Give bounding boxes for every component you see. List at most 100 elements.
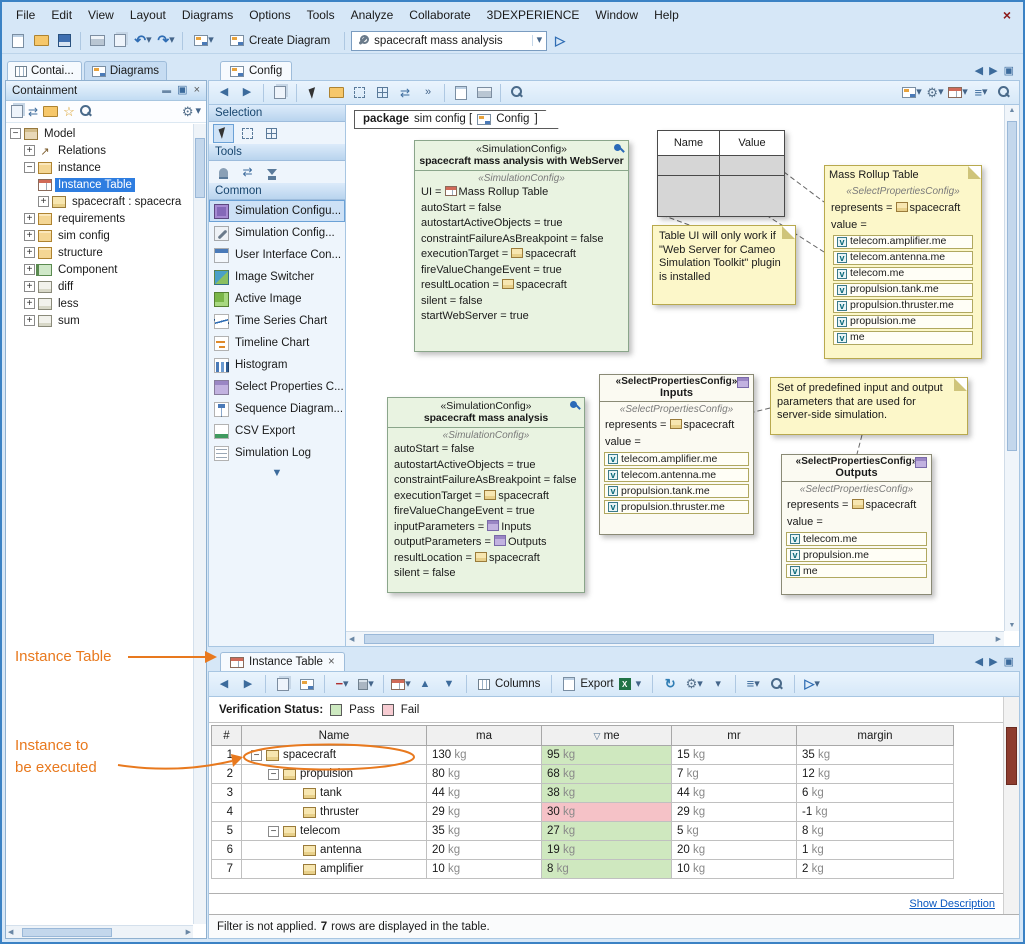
scrollbar-thumb[interactable] <box>364 634 934 644</box>
new-project-button[interactable] <box>8 31 28 51</box>
list-dropdown[interactable] <box>971 83 991 103</box>
more-dropdown[interactable] <box>708 674 728 694</box>
webserver-config-box[interactable]: «SimulationConfig» spacecraft mass analy… <box>414 140 629 352</box>
palette-item-sequence-diagram[interactable]: Sequence Diagram... <box>209 398 345 420</box>
maximize-icon[interactable] <box>1004 66 1014 77</box>
close-tab-icon[interactable]: × <box>328 656 335 668</box>
expand-toggle-icon[interactable] <box>24 298 35 309</box>
save-button[interactable] <box>54 31 74 51</box>
refresh-button[interactable] <box>660 674 680 694</box>
undo-button[interactable] <box>133 31 153 51</box>
tree-item-less[interactable]: less <box>6 295 206 312</box>
table-row-thruster[interactable]: 4 thruster 29 kg 30 kg 29 kg -1 kg <box>212 803 954 822</box>
tab-containment[interactable]: Contai... <box>7 61 82 80</box>
tree-item-spacecraft[interactable]: spacecraft : spacecra <box>6 193 206 210</box>
palette-item-timeline-chart[interactable]: Timeline Chart <box>209 332 345 354</box>
new-diagram-dropdown[interactable] <box>189 31 219 51</box>
table-row-antenna[interactable]: 6 antenna 20 kg 19 kg 20 kg 1 kg <box>212 841 954 860</box>
scroll-right-icon[interactable]: ▶ <box>186 928 191 936</box>
menu-tools[interactable]: Tools <box>299 4 343 26</box>
collapse-toggle-icon[interactable] <box>24 162 35 173</box>
show-description-link[interactable]: Show Description <box>909 898 995 910</box>
expand-toggle-icon[interactable] <box>24 315 35 326</box>
overflow-button[interactable] <box>418 83 438 103</box>
expand-toggle-icon[interactable] <box>38 196 49 207</box>
image-button[interactable] <box>474 83 494 103</box>
tree-item-instance-table[interactable]: Instance Table <box>6 176 206 193</box>
scroll-left-icon[interactable]: ◀ <box>349 635 354 643</box>
containment-vertical-scrollbar[interactable] <box>193 124 206 924</box>
collapse-toggle-icon[interactable] <box>251 750 262 761</box>
collapse-all-icon[interactable] <box>11 105 23 118</box>
next-tab-icon[interactable] <box>989 66 997 77</box>
menu-analyze[interactable]: Analyze <box>343 4 402 26</box>
tab-config[interactable]: Config <box>220 61 292 80</box>
settings-dropdown[interactable] <box>925 83 945 103</box>
table-row-tank[interactable]: 3 tank 44 kg 38 kg 44 kg 6 kg <box>212 784 954 803</box>
scrollbar-thumb[interactable] <box>22 928 112 937</box>
pointer-tool[interactable] <box>303 83 323 103</box>
expand-toggle-icon[interactable] <box>24 264 35 275</box>
pin-icon[interactable] <box>569 400 581 412</box>
run-button[interactable] <box>550 31 570 51</box>
back-button[interactable] <box>214 83 234 103</box>
menu-file[interactable]: File <box>8 4 43 26</box>
webserver-note[interactable]: Table UI will only work if "Web Server f… <box>652 225 796 305</box>
tree-item-component[interactable]: Component <box>6 261 206 278</box>
column-header-ma[interactable]: ma <box>427 726 542 746</box>
settings-dropdown[interactable] <box>684 674 704 694</box>
view-dropdown[interactable] <box>743 674 763 694</box>
diagram-canvas[interactable]: package sim config [ Config ] «Simulatio… <box>346 105 1019 646</box>
search-button[interactable] <box>767 674 787 694</box>
column-header-number[interactable]: # <box>212 726 242 746</box>
menu-layout[interactable]: Layout <box>122 4 174 26</box>
palette-section-selection[interactable]: Selection <box>209 105 345 122</box>
add-instance-dropdown[interactable] <box>391 674 411 694</box>
print-button[interactable] <box>87 31 107 51</box>
column-header-me[interactable]: me <box>542 726 672 746</box>
tree-item-diff[interactable]: diff <box>6 278 206 295</box>
menu-diagrams[interactable]: Diagrams <box>174 4 241 26</box>
minimize-icon[interactable] <box>162 85 171 96</box>
palette-item-image-switcher[interactable]: Image Switcher <box>209 266 345 288</box>
expand-toggle-icon[interactable] <box>24 213 35 224</box>
column-header-mr[interactable]: mr <box>672 726 797 746</box>
back-button[interactable] <box>214 674 234 694</box>
panel-settings[interactable] <box>182 105 201 119</box>
io-parameters-note[interactable]: Set of predefined input and output param… <box>770 377 968 435</box>
expand-toggle-icon[interactable] <box>24 247 35 258</box>
tab-diagrams[interactable]: Diagrams <box>84 61 167 80</box>
validate-dropdown[interactable] <box>902 83 922 103</box>
palette-item-simulation-configuration[interactable]: Simulation Configu... <box>209 200 345 222</box>
tab-instance-table[interactable]: Instance Table × <box>220 652 345 671</box>
show-containment-button[interactable] <box>273 674 293 694</box>
table-row-spacecraft[interactable]: 1 spacecraft 130 kg 95 kg 15 kg 35 kg <box>212 746 954 765</box>
palette-section-common[interactable]: Common <box>209 183 345 200</box>
forward-button[interactable] <box>237 83 257 103</box>
tree-item-structure[interactable]: structure <box>6 244 206 261</box>
note-tool[interactable] <box>326 83 346 103</box>
move-down-button[interactable] <box>439 674 459 694</box>
paste-button[interactable] <box>451 83 471 103</box>
maximize-icon[interactable] <box>1004 657 1014 668</box>
palette-item-simulation-log[interactable]: Simulation Log <box>209 442 345 464</box>
inputs-box[interactable]: «SelectPropertiesConfig» Inputs «SelectP… <box>599 374 754 535</box>
scrollbar-thumb[interactable] <box>1007 121 1017 451</box>
next-tab-icon[interactable] <box>989 657 997 668</box>
scroll-right-icon[interactable]: ▶ <box>996 635 1001 643</box>
name-value-table[interactable]: Name Value <box>657 130 785 217</box>
marquee-tool[interactable] <box>237 124 258 143</box>
zoom-button[interactable] <box>507 83 527 103</box>
columns-button[interactable]: Columns <box>474 673 544 695</box>
menu-view[interactable]: View <box>80 4 122 26</box>
remove-row-dropdown[interactable] <box>332 674 352 694</box>
table-row-telecom[interactable]: 5 telecom 35 kg 27 kg 5 kg 8 kg <box>212 822 954 841</box>
shape-tool[interactable] <box>372 83 392 103</box>
copy-button[interactable] <box>110 31 130 51</box>
pin-icon[interactable] <box>613 143 625 155</box>
close-icon[interactable]: × <box>194 85 200 96</box>
scroll-left-icon[interactable]: ◀ <box>8 928 13 936</box>
validate-button[interactable] <box>297 674 317 694</box>
palette-section-tools[interactable]: Tools <box>209 144 345 161</box>
show-containment-button[interactable] <box>270 83 290 103</box>
